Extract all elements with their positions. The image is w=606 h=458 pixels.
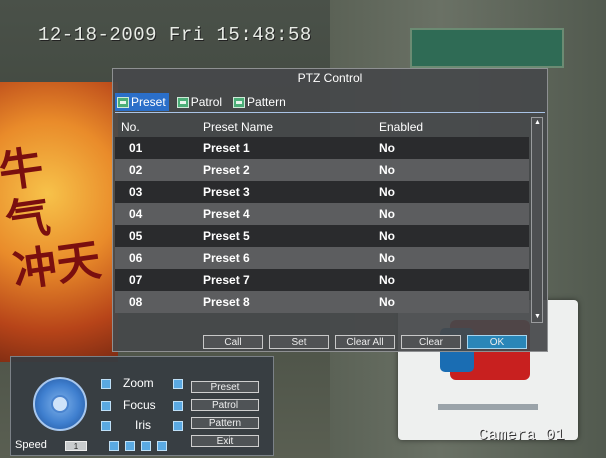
cell-enabled: No — [379, 273, 395, 287]
cell-enabled: No — [379, 251, 395, 265]
cell-no: 03 — [129, 185, 143, 199]
zoom-label: Zoom — [123, 376, 154, 390]
speed-label: Speed — [15, 439, 47, 451]
cell-name: Preset 7 — [203, 273, 250, 287]
cell-name: Preset 8 — [203, 295, 250, 309]
ok-button[interactable]: OK — [467, 335, 527, 349]
pattern-button[interactable]: Pattern — [191, 417, 259, 429]
speed-step-button[interactable] — [141, 441, 151, 451]
preset-table: No. Preset Name Enabled 01 Preset 1 No 0… — [115, 117, 529, 313]
ptz-control-dialog: PTZ Control Preset Patrol Pattern No. Pr… — [112, 68, 548, 352]
call-button[interactable]: Call — [203, 335, 263, 349]
cell-name: Preset 5 — [203, 229, 250, 243]
poster-calligraphy: 牛气冲天 — [0, 141, 105, 298]
table-row[interactable]: 06 Preset 6 No — [115, 247, 529, 269]
cell-enabled: No — [379, 229, 395, 243]
table-row[interactable]: 02 Preset 2 No — [115, 159, 529, 181]
cell-name: Preset 3 — [203, 185, 250, 199]
iris-open-button[interactable] — [173, 421, 183, 431]
cell-enabled: No — [379, 207, 395, 221]
tab-label: Patrol — [190, 95, 223, 109]
ptz-control-panel: Zoom Focus Iris Preset Patrol Pattern Ex… — [10, 356, 274, 456]
cell-enabled: No — [379, 141, 395, 155]
tab-label: Pattern — [247, 95, 286, 109]
table-row[interactable]: 03 Preset 3 No — [115, 181, 529, 203]
tab-patrol[interactable]: Patrol — [175, 93, 225, 111]
table-scrollbar[interactable]: ▲ ▼ — [531, 117, 543, 323]
dialog-title: PTZ Control — [297, 71, 363, 85]
speed-step-button[interactable] — [109, 441, 119, 451]
cell-enabled: No — [379, 295, 395, 309]
cell-name: Preset 4 — [203, 207, 250, 221]
table-row[interactable]: 08 Preset 8 No — [115, 291, 529, 313]
scroll-up-icon[interactable]: ▲ — [534, 119, 541, 126]
cell-enabled: No — [379, 185, 395, 199]
cell-name: Preset 1 — [203, 141, 250, 155]
speed-selector[interactable]: 1 — [65, 441, 87, 451]
iris-close-button[interactable] — [101, 421, 111, 431]
table-row[interactable]: 01 Preset 1 No — [115, 137, 529, 159]
cell-no: 05 — [129, 229, 143, 243]
exit-button[interactable]: Exit — [191, 435, 259, 447]
cell-no: 06 — [129, 251, 143, 265]
cell-no: 01 — [129, 141, 143, 155]
tab-bar: Preset Patrol Pattern — [115, 93, 289, 111]
sign-text-line — [438, 404, 538, 410]
scroll-down-icon[interactable]: ▼ — [534, 313, 541, 320]
tab-label: Preset — [131, 95, 166, 109]
patrol-button[interactable]: Patrol — [191, 399, 259, 411]
set-button[interactable]: Set — [269, 335, 329, 349]
tab-preset[interactable]: Preset — [115, 93, 169, 111]
speed-step-button[interactable] — [157, 441, 167, 451]
cell-name: Preset 6 — [203, 251, 250, 265]
camera-label: Camera 01 — [478, 426, 565, 444]
focus-label: Focus — [123, 398, 156, 412]
column-header-enabled: Enabled — [379, 120, 424, 134]
focus-far-button[interactable] — [173, 401, 183, 411]
clear-button[interactable]: Clear — [401, 335, 461, 349]
exit-sign — [410, 28, 564, 68]
table-header: No. Preset Name Enabled — [115, 117, 529, 137]
tab-divider — [115, 112, 545, 113]
zoom-out-button[interactable] — [101, 379, 111, 389]
clear-all-button[interactable]: Clear All — [335, 335, 395, 349]
speed-step-button[interactable] — [125, 441, 135, 451]
column-header-name: Preset Name — [203, 120, 274, 134]
tab-pattern[interactable]: Pattern — [231, 93, 289, 111]
zoom-in-button[interactable] — [173, 379, 183, 389]
preset-tab-icon — [117, 96, 129, 108]
table-row[interactable]: 07 Preset 7 No — [115, 269, 529, 291]
cell-no: 08 — [129, 295, 143, 309]
cell-name: Preset 2 — [203, 163, 250, 177]
cell-no: 04 — [129, 207, 143, 221]
pattern-tab-icon — [233, 96, 246, 108]
focus-near-button[interactable] — [101, 401, 111, 411]
cell-no: 02 — [129, 163, 143, 177]
patrol-tab-icon — [176, 96, 189, 108]
column-header-no: No. — [121, 120, 140, 134]
table-body: 01 Preset 1 No 02 Preset 2 No 03 Preset … — [115, 137, 529, 313]
cell-no: 07 — [129, 273, 143, 287]
poster: 牛气冲天 — [0, 82, 118, 362]
dpad-center-icon[interactable] — [51, 395, 69, 413]
dialog-button-row: Call Set Clear All Clear OK — [203, 335, 527, 349]
preset-button[interactable]: Preset — [191, 381, 259, 393]
table-row[interactable]: 05 Preset 5 No — [115, 225, 529, 247]
timestamp-overlay: 12-18-2009 Fri 15:48:58 — [38, 24, 312, 46]
table-row[interactable]: 04 Preset 4 No — [115, 203, 529, 225]
direction-pad[interactable] — [33, 377, 87, 431]
cell-enabled: No — [379, 163, 395, 177]
iris-label: Iris — [135, 418, 151, 432]
